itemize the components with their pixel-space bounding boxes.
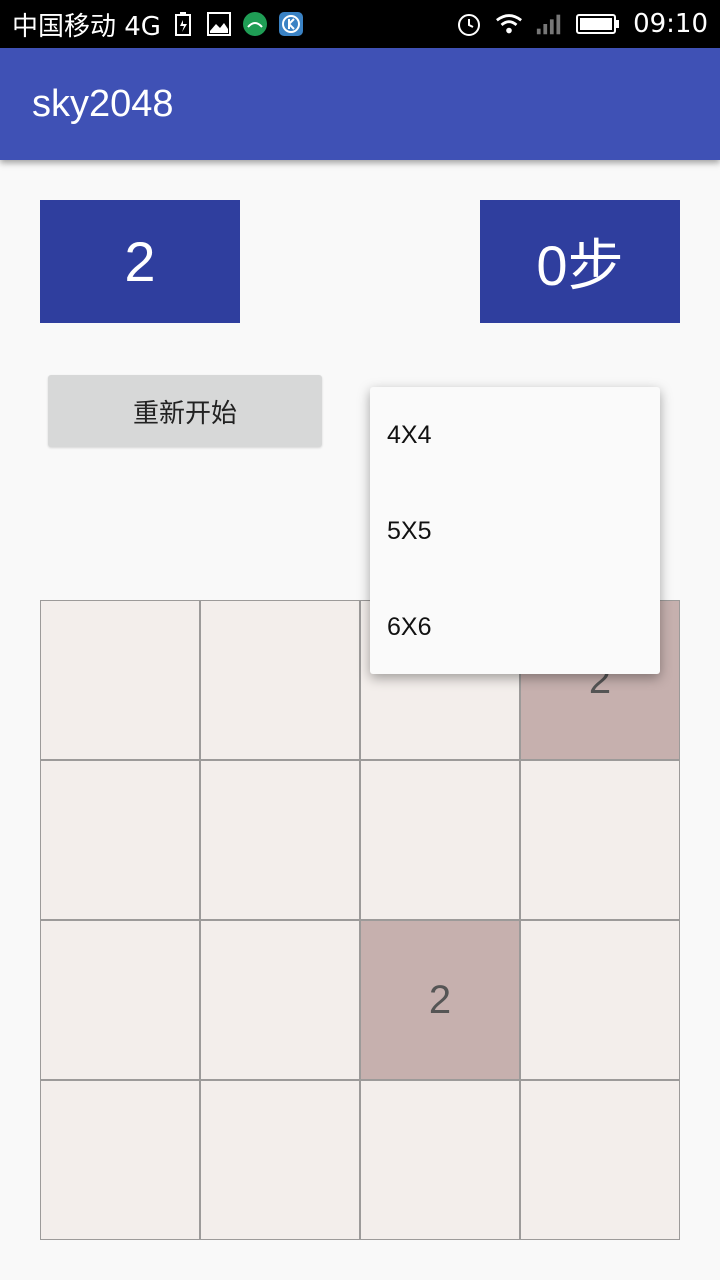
restart-button[interactable]: 重新开始 <box>48 375 322 447</box>
signal-icon <box>535 10 563 38</box>
board-cell <box>200 760 360 920</box>
image-icon <box>205 10 233 38</box>
carrier-label: 中国移动 4G <box>12 11 161 42</box>
status-bar-right: 09:10 <box>455 9 708 39</box>
status-bar-left: 中国移动 4G <box>12 6 305 43</box>
status-bar: 中国移动 4G 09:10 <box>0 0 720 48</box>
app-icon <box>241 10 269 38</box>
board-cell <box>40 600 200 760</box>
app-bar: sky2048 <box>0 48 720 160</box>
battery-saver-icon <box>169 10 197 38</box>
game-board[interactable]: 2 2 <box>40 600 680 1240</box>
board-cell: 2 <box>360 920 520 1080</box>
app-title: sky2048 <box>32 82 174 125</box>
board-cell <box>40 760 200 920</box>
wifi-icon <box>495 10 523 38</box>
menu-item-4x4[interactable]: 4X4 <box>370 387 660 483</box>
steps-display: 0步 <box>480 200 680 323</box>
board-cell <box>40 920 200 1080</box>
score-display: 2 <box>40 200 240 323</box>
board-cell <box>360 760 520 920</box>
board-cell <box>520 760 680 920</box>
menu-item-5x5[interactable]: 5X5 <box>370 483 660 579</box>
board-cell <box>520 1080 680 1240</box>
menu-item-6x6[interactable]: 6X6 <box>370 579 660 675</box>
board-cell <box>40 1080 200 1240</box>
alarm-icon <box>455 10 483 38</box>
board-size-menu: 4X4 5X5 6X6 <box>370 387 660 674</box>
board-cell <box>360 1080 520 1240</box>
clock-label: 09:10 <box>633 9 708 39</box>
k-app-icon <box>277 10 305 38</box>
board-cell <box>520 920 680 1080</box>
board-cell <box>200 600 360 760</box>
board-cell <box>200 920 360 1080</box>
battery-icon <box>575 10 621 38</box>
board-cell <box>200 1080 360 1240</box>
